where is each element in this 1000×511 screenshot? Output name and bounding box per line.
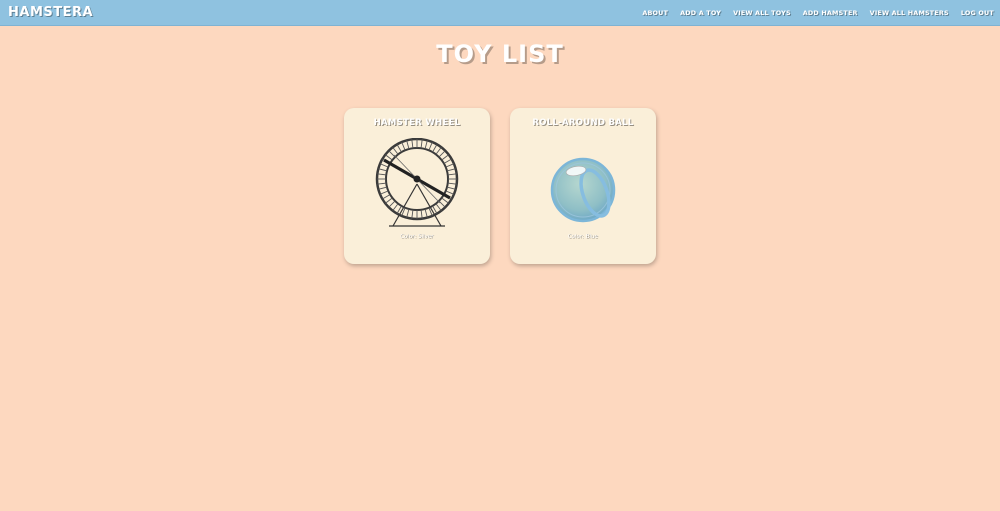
toy-card-color: Color: Blue	[567, 234, 599, 240]
nav-link-view-all-hamsters[interactable]: VIEW ALL HAMSTERS	[870, 9, 949, 17]
toy-card-title: HAMSTER WHEEL	[373, 118, 461, 128]
navbar: HAMSTERA ABOUT ADD A TOY VIEW ALL TOYS A…	[0, 0, 1000, 26]
hamster-ball-icon	[550, 157, 616, 223]
hamster-wheel-icon	[375, 138, 459, 227]
toy-card-roll-around-ball[interactable]: ROLL-AROUND BALL Color: Blue	[510, 108, 656, 264]
nav-link-add-hamster[interactable]: ADD HAMSTER	[803, 9, 858, 17]
nav-link-about[interactable]: ABOUT	[642, 9, 668, 17]
toy-card-hamster-wheel[interactable]: HAMSTER WHEEL Color: Silver	[344, 108, 490, 264]
toy-card-color: Color: Silver	[400, 234, 434, 240]
nav-link-add-toy[interactable]: ADD A TOY	[680, 9, 721, 17]
nav-link-log-out[interactable]: LOG OUT	[961, 9, 994, 17]
nav-link-view-all-toys[interactable]: VIEW ALL TOYS	[733, 9, 791, 17]
nav-links: ABOUT ADD A TOY VIEW ALL TOYS ADD HAMSTE…	[642, 9, 994, 17]
toy-card-title: ROLL-AROUND BALL	[532, 118, 634, 128]
brand-logo[interactable]: HAMSTERA	[8, 5, 93, 20]
page-title: TOY LIST	[436, 40, 564, 68]
